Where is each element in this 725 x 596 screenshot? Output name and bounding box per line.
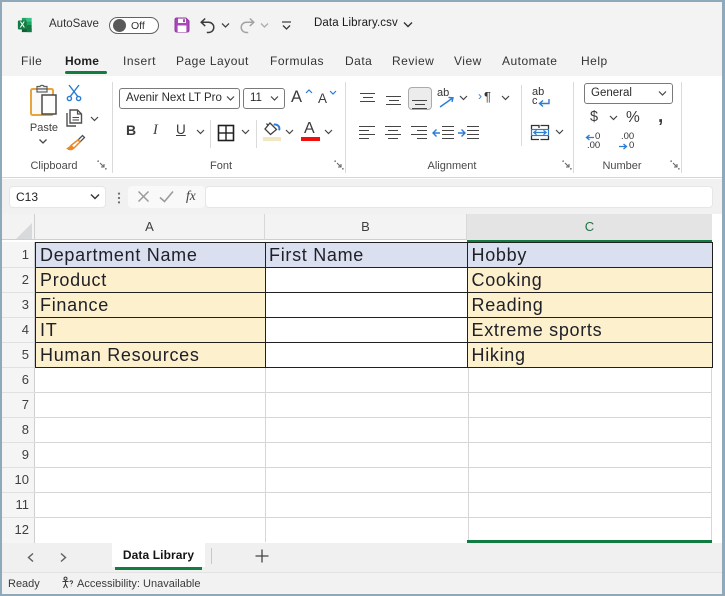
svg-text:X: X — [20, 20, 26, 29]
